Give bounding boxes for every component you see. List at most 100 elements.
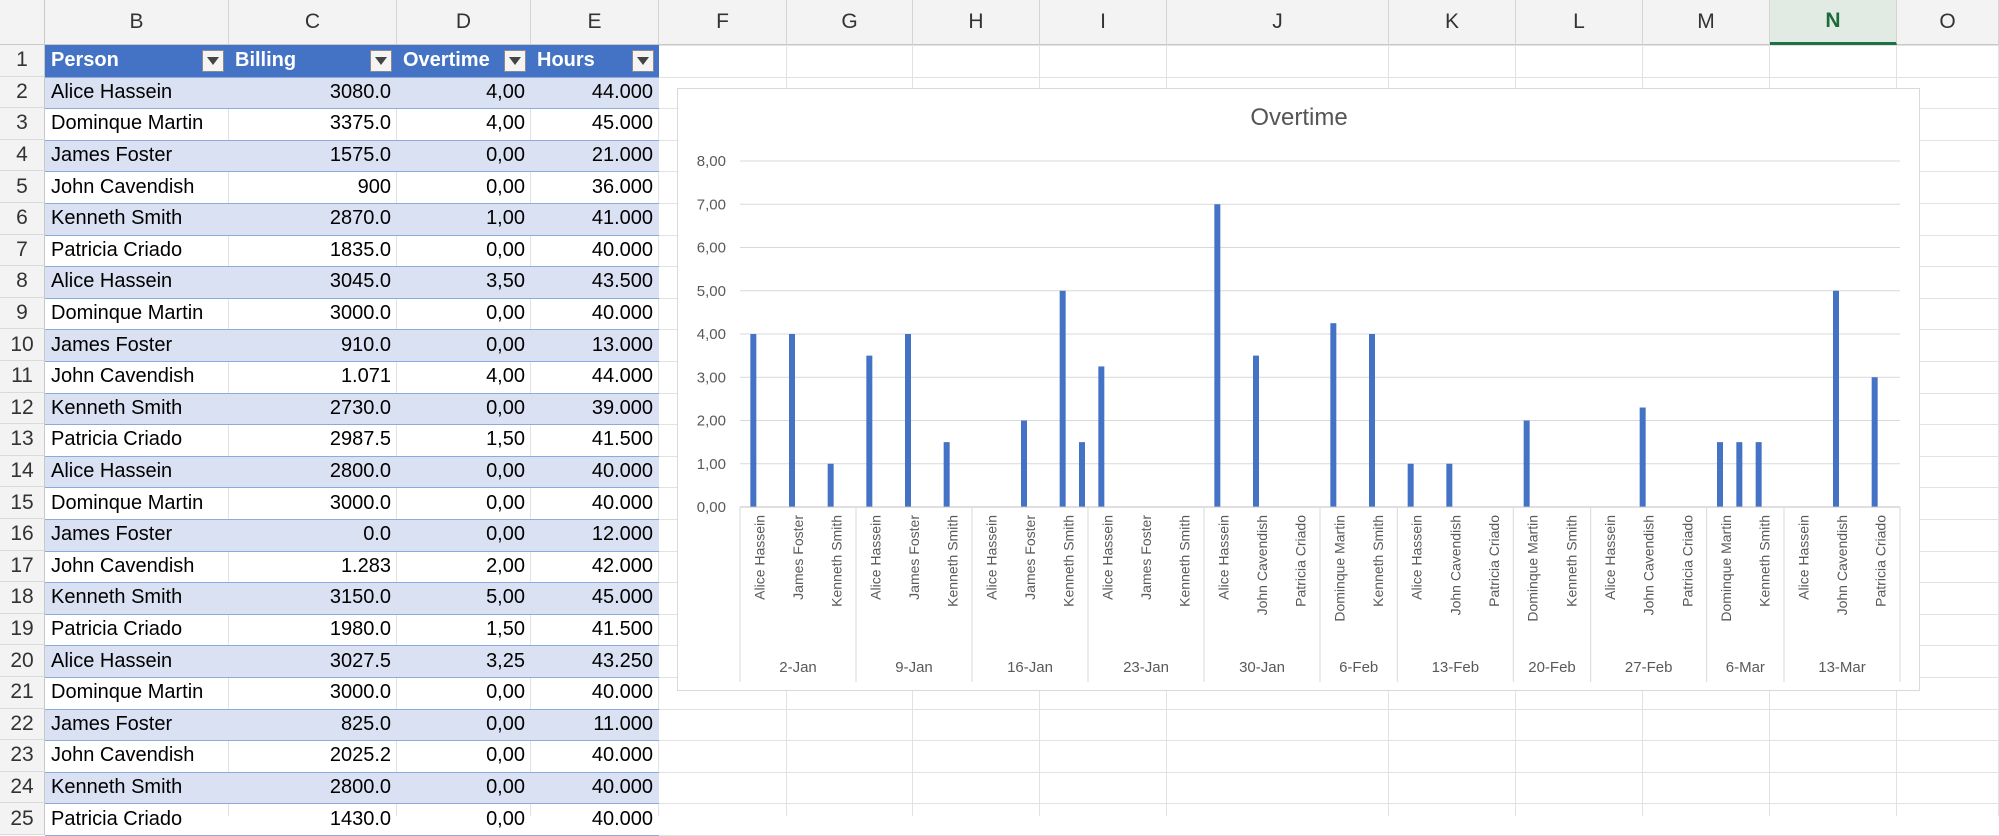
cell-billing[interactable]: 3375.0	[229, 108, 397, 140]
cell-person[interactable]: James Foster	[45, 329, 229, 361]
cell-billing[interactable]: 3000.0	[229, 677, 397, 709]
cell-person[interactable]: Alice Hassein	[45, 455, 229, 488]
column-header-i[interactable]: I	[1040, 0, 1167, 45]
cell-overtime[interactable]: 0,00	[397, 708, 531, 741]
cell-person[interactable]: Dominque Martin	[45, 677, 229, 709]
cell-billing[interactable]: 3080.0	[229, 76, 397, 109]
column-header-j[interactable]: J	[1167, 0, 1389, 45]
cell-hours[interactable]: 40.000	[531, 740, 659, 772]
select-all-corner[interactable]	[0, 0, 45, 45]
cell-hours[interactable]: 45.000	[531, 108, 659, 140]
row-header-3[interactable]: 3	[0, 108, 45, 140]
column-header-h[interactable]: H	[913, 0, 1040, 45]
cell-billing[interactable]: 1.283	[229, 551, 397, 583]
cell-billing[interactable]: 2025.2	[229, 740, 397, 772]
row-header-8[interactable]: 8	[0, 266, 45, 298]
cell-hours[interactable]: 40.000	[531, 803, 659, 835]
row-header-2[interactable]: 2	[0, 76, 45, 109]
cell-person[interactable]: James Foster	[45, 708, 229, 741]
overtime-chart[interactable]: Overtime 0,00 1,00 2,00 3,00 4,00 5,00 6,00 7,00…	[677, 88, 1920, 691]
filter-dropdown-button[interactable]	[504, 50, 526, 72]
row-header-7[interactable]: 7	[0, 234, 45, 267]
cell-overtime[interactable]: 0,00	[397, 329, 531, 361]
row-header-1[interactable]: 1	[0, 45, 45, 77]
cell-overtime[interactable]: 0,00	[397, 487, 531, 519]
column-header-d[interactable]: D	[397, 0, 531, 45]
column-header-g[interactable]: G	[787, 0, 913, 45]
cell-hours[interactable]: 40.000	[531, 677, 659, 709]
cell-person[interactable]: James Foster	[45, 139, 229, 172]
column-header-l[interactable]: L	[1516, 0, 1643, 45]
column-header-k[interactable]: K	[1389, 0, 1516, 45]
cell-hours[interactable]: 40.000	[531, 235, 659, 267]
cell-billing[interactable]: 3000.0	[229, 487, 397, 519]
cell-billing[interactable]: 3150.0	[229, 582, 397, 614]
cell-billing[interactable]: 1980.0	[229, 614, 397, 646]
cell-hours[interactable]: 44.000	[531, 361, 659, 393]
column-header-o[interactable]: O	[1897, 0, 1999, 45]
cell-hours[interactable]: 39.000	[531, 392, 659, 425]
cell-person[interactable]: Kenneth Smith	[45, 582, 229, 614]
row-header-6[interactable]: 6	[0, 203, 45, 235]
cell-person[interactable]: Kenneth Smith	[45, 203, 229, 235]
cell-billing[interactable]: 3000.0	[229, 298, 397, 330]
cell-overtime[interactable]: 3,25	[397, 645, 531, 677]
cell-hours[interactable]: 21.000	[531, 139, 659, 172]
cell-overtime[interactable]: 0,00	[397, 803, 531, 835]
cell-person[interactable]: James Foster	[45, 519, 229, 551]
cell-hours[interactable]: 43.250	[531, 645, 659, 677]
row-header-20[interactable]: 20	[0, 645, 45, 677]
cell-billing[interactable]: 900	[229, 171, 397, 203]
cell-person[interactable]: Patricia Criado	[45, 614, 229, 646]
cell-overtime[interactable]: 0,00	[397, 455, 531, 488]
cell-billing[interactable]: 910.0	[229, 329, 397, 361]
cell-person[interactable]: John Cavendish	[45, 171, 229, 203]
cell-overtime[interactable]: 0,00	[397, 677, 531, 709]
row-header-18[interactable]: 18	[0, 582, 45, 614]
cell-hours[interactable]: 40.000	[531, 771, 659, 804]
row-header-11[interactable]: 11	[0, 361, 45, 393]
row-header-9[interactable]: 9	[0, 297, 45, 330]
cell-billing[interactable]: 1430.0	[229, 803, 397, 835]
cell-person[interactable]: Alice Hassein	[45, 645, 229, 677]
cell-billing[interactable]: 2800.0	[229, 455, 397, 488]
cell-hours[interactable]: 13.000	[531, 329, 659, 361]
cell-overtime[interactable]: 0,00	[397, 235, 531, 267]
cell-person[interactable]: Kenneth Smith	[45, 392, 229, 425]
cell-person[interactable]: Alice Hassein	[45, 76, 229, 109]
cell-billing[interactable]: 2987.5	[229, 424, 397, 456]
cell-overtime[interactable]: 3,50	[397, 266, 531, 298]
cell-hours[interactable]: 41.500	[531, 424, 659, 456]
row-header-15[interactable]: 15	[0, 487, 45, 519]
cell-billing[interactable]: 2730.0	[229, 392, 397, 425]
row-header-14[interactable]: 14	[0, 455, 45, 488]
cell-hours[interactable]: 40.000	[531, 298, 659, 330]
cell-hours[interactable]: 41.000	[531, 203, 659, 235]
cell-hours[interactable]: 12.000	[531, 519, 659, 551]
filter-dropdown-button[interactable]	[632, 50, 654, 72]
cell-hours[interactable]: 40.000	[531, 455, 659, 488]
cell-person[interactable]: Patricia Criado	[45, 424, 229, 456]
row-header-19[interactable]: 19	[0, 613, 45, 646]
cell-billing[interactable]: 1.071	[229, 361, 397, 393]
column-header-f[interactable]: F	[659, 0, 787, 45]
row-header-22[interactable]: 22	[0, 708, 45, 741]
cell-billing[interactable]: 0.0	[229, 519, 397, 551]
row-header-10[interactable]: 10	[0, 329, 45, 361]
cell-person[interactable]: Dominque Martin	[45, 298, 229, 330]
cell-hours[interactable]: 44.000	[531, 76, 659, 109]
column-header-c[interactable]: C	[229, 0, 397, 45]
row-header-12[interactable]: 12	[0, 392, 45, 425]
cell-overtime[interactable]: 0,00	[397, 771, 531, 804]
cell-billing[interactable]: 825.0	[229, 708, 397, 741]
cell-hours[interactable]: 45.000	[531, 582, 659, 614]
cell-overtime[interactable]: 1,50	[397, 424, 531, 456]
cell-hours[interactable]: 40.000	[531, 487, 659, 519]
cell-person[interactable]: Alice Hassein	[45, 266, 229, 298]
row-header-13[interactable]: 13	[0, 424, 45, 456]
column-header-b[interactable]: B	[45, 0, 229, 45]
cell-person[interactable]: Dominque Martin	[45, 108, 229, 140]
row-header-4[interactable]: 4	[0, 139, 45, 172]
cell-overtime[interactable]: 4,00	[397, 361, 531, 393]
cell-overtime[interactable]: 0,00	[397, 740, 531, 772]
